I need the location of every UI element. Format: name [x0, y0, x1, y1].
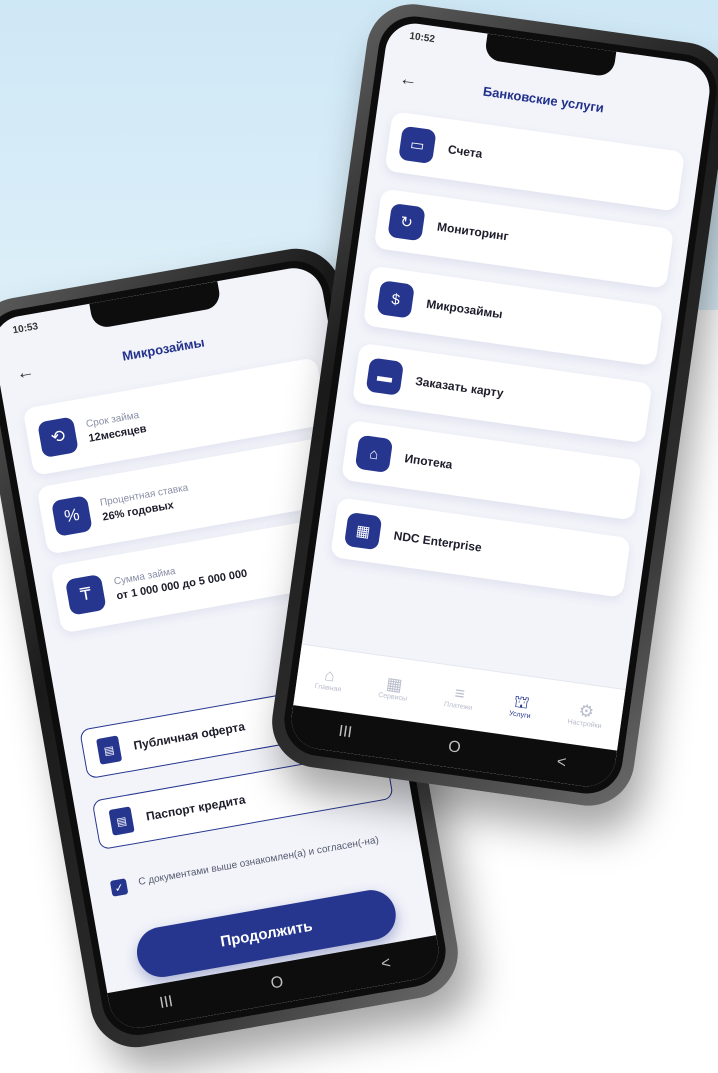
accounts-icon: ▭: [398, 125, 437, 165]
arrow-left-icon[interactable]: ←: [398, 68, 419, 91]
menu-item-label: Микрозаймы: [425, 296, 504, 322]
agreement-checkbox[interactable]: ✓: [109, 878, 129, 897]
tab-bank-services[interactable]: ⛫ Услуги: [509, 692, 534, 720]
tab-label: Главная: [314, 682, 342, 694]
menu-item-label: Ипотека: [403, 451, 454, 472]
history-icon: ⟲: [37, 416, 79, 459]
credit-passport-label: Паспорт кредита: [145, 792, 247, 824]
home-icon: ⌂: [323, 665, 337, 686]
menu-item-label: Мониторинг: [436, 219, 510, 244]
money-icon: ₸: [64, 573, 107, 616]
menu-item-label: Счета: [447, 142, 484, 161]
tab-label: Настройки: [566, 718, 602, 731]
card-icon: ▬: [365, 357, 405, 396]
public-offer-label: Публичная оферта: [132, 719, 246, 753]
enterprise-icon: ▦: [343, 511, 383, 551]
tab-label: Сервисы: [377, 691, 408, 703]
monitoring-icon: ↻: [387, 202, 426, 242]
back-button[interactable]: <: [380, 955, 392, 974]
recent-apps-button[interactable]: III: [158, 993, 174, 1013]
tab-label: Платежи: [443, 701, 473, 712]
tab-settings[interactable]: ⚙ Настройки: [566, 700, 604, 731]
status-time: 10:52: [408, 30, 436, 46]
percent-cycle-icon: %: [51, 495, 93, 537]
payments-icon: ≡: [453, 683, 467, 704]
coin-icon: $: [376, 280, 415, 319]
document-icon: ▤: [96, 735, 123, 765]
page-title: Микрозаймы: [120, 334, 206, 364]
menu-item-label: NDC Enterprise: [392, 528, 483, 555]
house-icon: ⌂: [354, 434, 394, 474]
home-button[interactable]: O: [269, 974, 284, 994]
back-button[interactable]: <: [556, 753, 568, 772]
tab-services[interactable]: ▦ Сервисы: [378, 674, 410, 703]
grid-icon: ▦: [385, 673, 404, 695]
tab-payments[interactable]: ≡ Платежи: [443, 683, 475, 712]
agreement-text: С документами выше ознакомлен(а) и согла…: [137, 834, 380, 888]
page-title: Банковские услуги: [482, 83, 605, 115]
bank-icon: ⛫: [512, 691, 531, 713]
home-button[interactable]: O: [447, 738, 462, 758]
arrow-left-icon[interactable]: ←: [15, 361, 36, 385]
menu-item-label: Заказать карту: [414, 374, 505, 401]
tab-home[interactable]: ⌂ Главная: [314, 665, 344, 693]
settings-icon: ⚙: [577, 700, 596, 722]
recent-apps-button[interactable]: III: [337, 723, 353, 743]
document-icon: ▤: [108, 806, 135, 836]
status-time: 10:53: [11, 321, 40, 337]
